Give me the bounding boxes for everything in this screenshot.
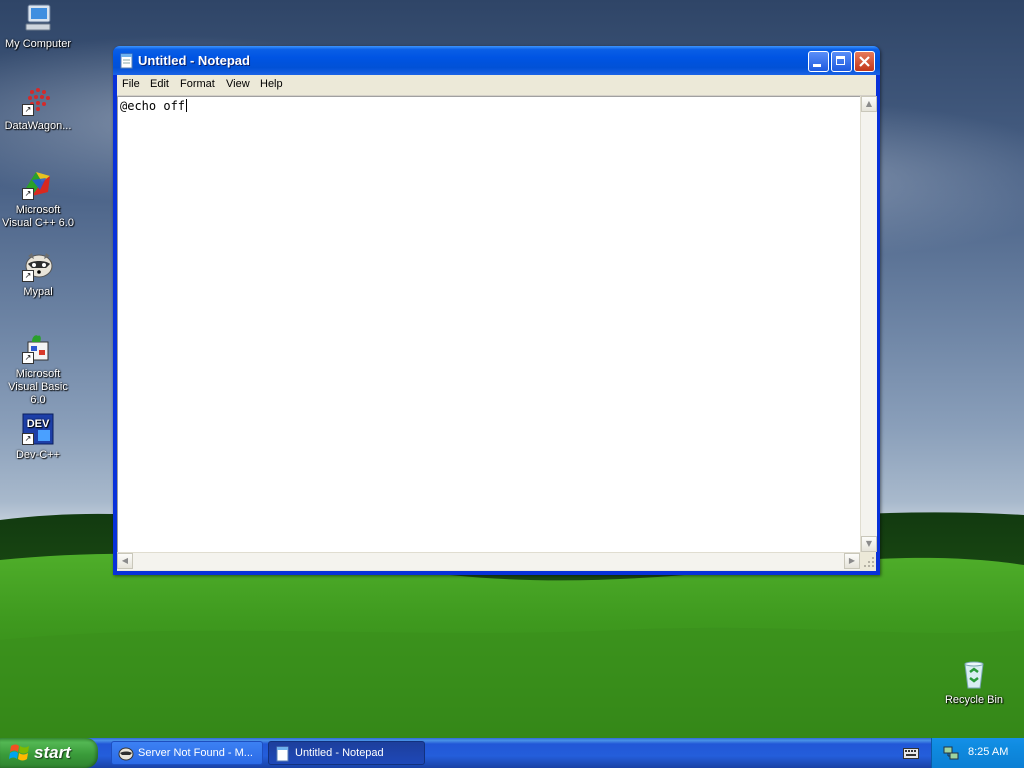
recycle-bin-icon: [964, 661, 984, 689]
mypal-icon: [118, 747, 134, 761]
desktop-icon-label: Microsoft Visual C++ 6.0: [2, 204, 74, 229]
taskbar-button-label: Server Not Found - M...: [138, 747, 253, 759]
text-caret: [186, 99, 188, 112]
window-body: File Edit Format View Help @echo off ▲ ▼…: [117, 75, 877, 571]
desktop-icon-label: My Computer: [4, 38, 72, 50]
shortcut-arrow-icon: ↗: [22, 270, 34, 282]
menu-format[interactable]: Format: [180, 78, 215, 90]
visual-basic-icon: ↗: [22, 332, 54, 364]
vertical-scrollbar[interactable]: ▲ ▼: [860, 96, 877, 552]
horizontal-scrollbar[interactable]: ◀ ▶: [117, 552, 860, 570]
title-bar[interactable]: Untitled - Notepad: [113, 46, 880, 75]
maximize-button[interactable]: [831, 51, 852, 72]
network-icon[interactable]: [943, 745, 959, 761]
window-title: Untitled - Notepad: [138, 53, 250, 68]
scroll-up-button[interactable]: ▲: [861, 96, 877, 112]
keyboard-icon[interactable]: [903, 746, 919, 760]
taskbar-button-browser[interactable]: Server Not Found - M...: [111, 741, 263, 765]
mypal-icon: ↗: [22, 250, 54, 282]
close-icon: [859, 56, 870, 67]
menu-bar: File Edit Format View Help: [117, 75, 876, 96]
desktop-icon-recycle-bin[interactable]: Recycle Bin: [936, 658, 1012, 707]
minimize-icon: [813, 64, 821, 67]
menu-view[interactable]: View: [226, 78, 250, 90]
desktop-icon-dev-cpp[interactable]: DEV ↗ Dev-C++: [0, 413, 76, 462]
scroll-left-button[interactable]: ◀: [117, 553, 133, 569]
menu-file[interactable]: File: [122, 78, 140, 90]
notepad-window[interactable]: Untitled - Notepad File Edit Format View…: [113, 46, 880, 575]
editor-text: @echo off: [120, 99, 186, 113]
text-editor[interactable]: @echo off: [117, 96, 861, 553]
desktop-icon-visual-cpp[interactable]: ↗ Microsoft Visual C++ 6.0: [0, 168, 76, 230]
system-tray: 8:25 AM: [931, 738, 1024, 768]
desktop-icon-label: Microsoft Visual Basic 6.0: [8, 368, 68, 406]
scroll-right-button[interactable]: ▶: [844, 553, 860, 569]
editor-content: @echo off: [120, 99, 188, 113]
shortcut-arrow-icon: ↗: [22, 352, 34, 364]
dev-cpp-icon: DEV ↗: [22, 413, 54, 445]
taskbar-button-notepad[interactable]: Untitled - Notepad: [268, 741, 425, 765]
visual-cpp-icon: ↗: [22, 168, 54, 200]
minimize-button[interactable]: [808, 51, 829, 72]
shortcut-arrow-icon: ↗: [22, 104, 34, 116]
menu-help[interactable]: Help: [260, 78, 283, 90]
start-button[interactable]: start: [0, 738, 98, 768]
desktop-icon-mypal[interactable]: ↗ Mypal: [0, 250, 76, 299]
shortcut-arrow-icon: ↗: [22, 433, 34, 445]
scroll-down-button[interactable]: ▼: [861, 536, 877, 552]
svg-text:DEV: DEV: [27, 418, 50, 430]
taskbar-button-label: Untitled - Notepad: [295, 747, 384, 759]
start-label: start: [34, 743, 71, 762]
my-computer-icon: [25, 4, 51, 31]
maximize-icon: [836, 56, 845, 65]
shortcut-arrow-icon: ↗: [22, 188, 34, 200]
clock[interactable]: 8:25 AM: [968, 746, 1008, 758]
taskbar: start Server Not Found - M... Untitled -…: [0, 738, 1024, 768]
desktop-icon-label: Recycle Bin: [944, 694, 1004, 706]
desktop-icon-my-computer[interactable]: My Computer: [0, 2, 76, 51]
desktop-icon-label: Mypal: [23, 286, 53, 298]
desktop-icon-label: DataWagon...: [4, 120, 72, 132]
menu-edit[interactable]: Edit: [150, 78, 169, 90]
close-button[interactable]: [854, 51, 875, 72]
datawagon-icon: ↗: [22, 84, 54, 116]
resize-grip[interactable]: [860, 552, 876, 569]
desktop-icon-label: Dev-C++: [15, 449, 61, 461]
resize-grip-icon: [864, 557, 874, 567]
desktop-icon-visual-basic[interactable]: ↗ Microsoft Visual Basic 6.0: [0, 332, 76, 407]
notepad-icon: [276, 746, 289, 762]
notepad-icon: [120, 53, 133, 69]
windows-logo-icon: [9, 744, 29, 761]
desktop-icon-datawagon[interactable]: ↗ DataWagon...: [0, 84, 76, 133]
